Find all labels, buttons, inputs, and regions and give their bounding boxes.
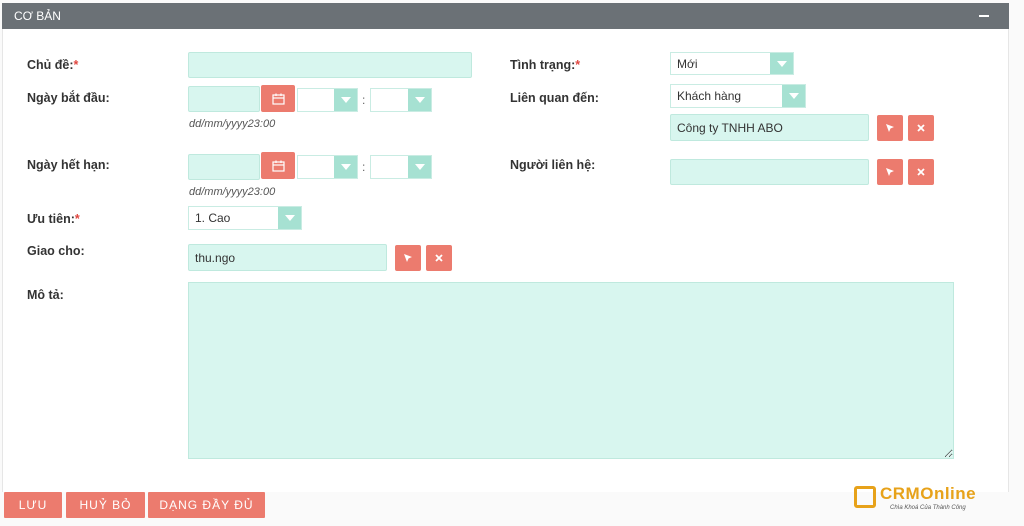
crm-logo: CRMOnline Chìa Khoá Của Thành Công [854,484,994,518]
clear-contact-button[interactable] [908,159,934,185]
due-minute-select[interactable] [370,155,432,179]
collapse-icon[interactable] [979,15,989,17]
priority-select[interactable]: 1. Cao [188,206,302,230]
calendar-button-due[interactable] [261,152,295,179]
time-separator: : [362,93,366,107]
panel-title: CƠ BẢN [14,9,61,23]
due-date-label: Ngày hết hạn: [27,158,110,172]
select-related-button[interactable] [877,115,903,141]
save-button[interactable]: LƯU [4,492,62,518]
close-icon [435,254,443,262]
start-date-label: Ngày bắt đầu: [27,91,110,105]
assign-label: Giao cho: [27,244,85,258]
subject-label: Chủ đề:* [27,58,79,72]
related-label: Liên quan đến: [510,91,599,105]
chevron-down-icon[interactable] [278,207,301,229]
chevron-down-icon[interactable] [782,85,805,107]
priority-select-value: 1. Cao [195,211,231,225]
close-icon [917,124,925,132]
priority-label: Ưu tiên:* [27,212,80,226]
chevron-down-icon[interactable] [334,89,357,111]
panel-header: CƠ BẢN [2,3,1009,29]
chevron-down-icon[interactable] [408,156,431,178]
full-form-button[interactable]: DẠNG ĐẦY ĐỦ [148,492,265,518]
due-hour-select[interactable] [297,155,358,179]
status-label: Tình trạng:* [510,58,581,72]
time-separator: : [362,160,366,174]
subject-input[interactable] [188,52,472,78]
clear-related-button[interactable] [908,115,934,141]
logo-tagline: Chìa Khoá Của Thành Công [890,505,966,511]
chevron-down-icon[interactable] [334,156,357,178]
cancel-button[interactable]: HUỶ BỎ [66,492,145,518]
calendar-icon [271,93,285,105]
chevron-down-icon[interactable] [770,53,793,74]
calendar-icon [271,160,285,172]
related-value-input[interactable]: Công ty TNHH ABO [670,114,869,141]
cursor-icon [886,168,894,176]
select-contact-button[interactable] [877,159,903,185]
cursor-icon [404,254,412,262]
description-textarea[interactable] [188,282,954,459]
start-date-hint: dd/mm/yyyy23:00 [189,118,276,130]
due-date-input[interactable] [188,154,260,180]
due-date-hint: dd/mm/yyyy23:00 [189,186,276,198]
description-label: Mô tả: [27,288,64,302]
select-assignee-button[interactable] [395,245,421,271]
start-minute-select[interactable] [370,88,432,112]
chevron-down-icon[interactable] [408,89,431,111]
calendar-button-start[interactable] [261,85,295,112]
cursor-icon [886,124,894,132]
related-type-select[interactable]: Khách hàng [670,84,806,108]
assign-input[interactable]: thu.ngo [188,244,387,271]
close-icon [917,168,925,176]
contact-input[interactable] [670,159,869,185]
related-type-value: Khách hàng [677,89,742,103]
contact-label: Người liên hệ: [510,158,596,172]
clear-assignee-button[interactable] [426,245,452,271]
start-date-input[interactable] [188,86,260,112]
logo-mark-icon [854,486,876,508]
status-select-value: Mới [677,56,698,71]
start-hour-select[interactable] [297,88,358,112]
status-select[interactable]: Mới [670,52,794,75]
logo-name: CRMOnline [880,484,977,503]
